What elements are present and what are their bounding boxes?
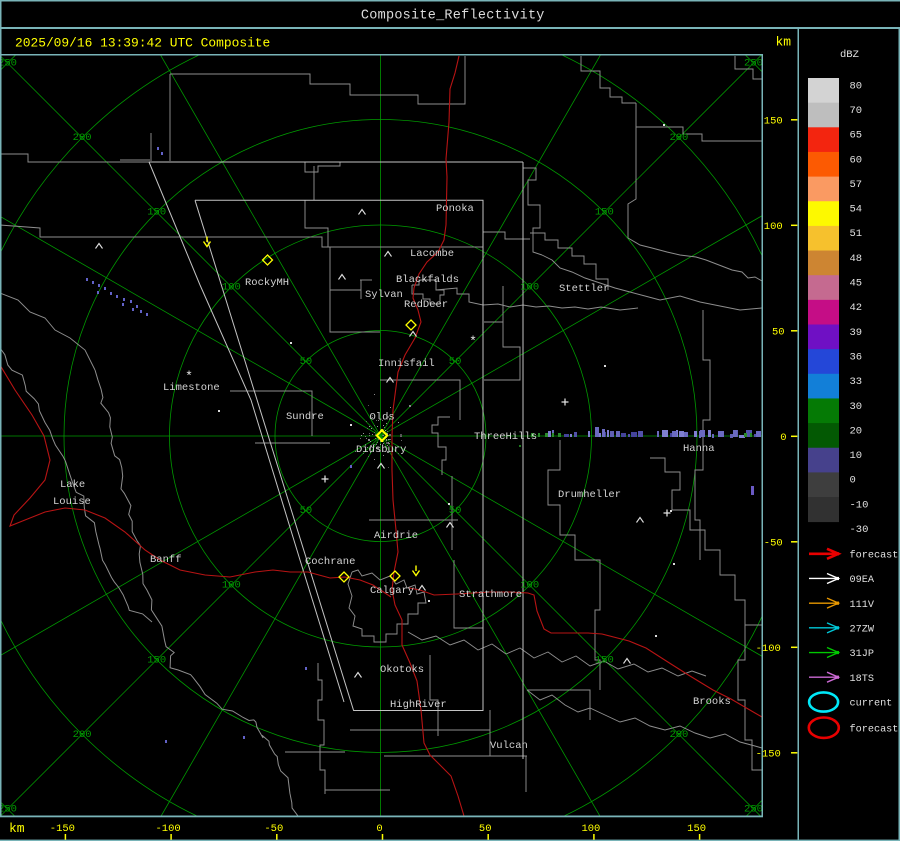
svg-text:50: 50	[479, 823, 492, 835]
svg-text:70: 70	[850, 105, 863, 117]
svg-text:100: 100	[520, 580, 539, 592]
svg-text:36: 36	[850, 351, 863, 363]
svg-text:50: 50	[300, 356, 313, 368]
svg-text:50: 50	[772, 326, 785, 338]
svg-text:80: 80	[850, 80, 863, 92]
svg-text:150: 150	[595, 654, 614, 666]
svg-text:Lake: Lake	[60, 479, 85, 491]
svg-text:30: 30	[850, 401, 863, 413]
svg-text:Composite_Reflectivity: Composite_Reflectivity	[361, 8, 545, 23]
svg-text:Blackfalds: Blackfalds	[396, 274, 459, 286]
svg-text:150: 150	[147, 654, 166, 666]
svg-text:2025/09/16 13:39:42 UTC Compos: 2025/09/16 13:39:42 UTC Composite	[15, 36, 270, 51]
svg-text:150: 150	[687, 823, 706, 835]
svg-text:50: 50	[300, 505, 313, 517]
svg-text:100: 100	[222, 281, 241, 293]
svg-text:60: 60	[850, 154, 863, 166]
svg-text:km: km	[776, 35, 792, 50]
svg-text:dBZ: dBZ	[840, 49, 859, 61]
svg-text:ThreeHills: ThreeHills	[474, 431, 537, 443]
svg-text:RedDeer: RedDeer	[404, 299, 448, 311]
svg-text:Louise: Louise	[53, 496, 91, 508]
svg-text:250: 250	[744, 57, 763, 69]
svg-text:200: 200	[73, 729, 92, 741]
svg-text:27ZW: 27ZW	[850, 624, 875, 635]
svg-text:-100: -100	[155, 823, 180, 835]
svg-text:Didsbury: Didsbury	[356, 444, 406, 456]
svg-text:0: 0	[850, 475, 856, 487]
svg-text:42: 42	[850, 302, 863, 314]
svg-text:forecast: forecast	[850, 723, 899, 735]
svg-text:Cochrane: Cochrane	[305, 556, 355, 568]
svg-text:HighRiver: HighRiver	[390, 699, 447, 711]
svg-text:33: 33	[850, 376, 863, 388]
svg-text:-150: -150	[50, 823, 75, 835]
svg-text:Airdrie: Airdrie	[374, 530, 418, 542]
svg-text:Sundre: Sundre	[286, 411, 324, 423]
svg-text:31JP: 31JP	[850, 649, 874, 660]
svg-text:10: 10	[850, 450, 863, 462]
svg-text:Okotoks: Okotoks	[380, 664, 424, 676]
svg-text:0: 0	[780, 432, 786, 444]
svg-text:100: 100	[222, 580, 241, 592]
svg-text:50: 50	[449, 505, 462, 517]
svg-text:65: 65	[850, 130, 863, 142]
svg-text:Stettler: Stettler	[559, 283, 609, 295]
svg-text:Calgary: Calgary	[370, 585, 414, 597]
svg-text:Lacombe: Lacombe	[410, 248, 454, 260]
svg-text:Brooks: Brooks	[693, 696, 731, 708]
svg-text:-50: -50	[764, 537, 783, 549]
svg-text:09EA: 09EA	[850, 575, 875, 586]
svg-text:Drumheller: Drumheller	[558, 489, 621, 501]
svg-text:Banff: Banff	[150, 554, 182, 566]
svg-text:250: 250	[0, 57, 17, 69]
svg-text:current: current	[850, 699, 893, 710]
svg-text:250: 250	[744, 804, 763, 816]
svg-text:100: 100	[581, 823, 600, 835]
svg-text:50: 50	[449, 356, 462, 368]
svg-text:-150: -150	[756, 748, 781, 760]
svg-text:51: 51	[850, 228, 863, 240]
svg-text:48: 48	[850, 253, 863, 265]
svg-text:0: 0	[376, 823, 382, 835]
svg-text:57: 57	[850, 179, 863, 191]
svg-text:54: 54	[850, 204, 863, 216]
svg-text:45: 45	[850, 278, 863, 290]
svg-text:200: 200	[669, 729, 688, 741]
svg-text:forecast: forecast	[850, 549, 899, 561]
svg-text:-30: -30	[850, 524, 869, 536]
svg-text:100: 100	[520, 281, 539, 293]
svg-text:-10: -10	[850, 499, 869, 511]
svg-text:111V: 111V	[850, 600, 875, 611]
svg-text:RockyMH: RockyMH	[245, 277, 289, 289]
svg-text:18TS: 18TS	[850, 674, 874, 685]
svg-text:100: 100	[764, 221, 783, 233]
svg-text:39: 39	[850, 327, 863, 339]
svg-text:Innisfail: Innisfail	[378, 358, 435, 370]
svg-text:Limestone: Limestone	[163, 382, 220, 394]
svg-text:km: km	[9, 821, 25, 836]
svg-text:Sylvan: Sylvan	[365, 289, 403, 301]
svg-text:150: 150	[595, 207, 614, 219]
svg-text:Vulcan: Vulcan	[490, 740, 528, 752]
svg-text:20: 20	[850, 425, 863, 437]
svg-text:200: 200	[669, 132, 688, 144]
svg-text:*: *	[469, 334, 477, 349]
svg-text:Strathmore: Strathmore	[459, 589, 522, 601]
svg-text:Ponoka: Ponoka	[436, 203, 474, 215]
svg-text:-50: -50	[264, 823, 283, 835]
svg-text:250: 250	[0, 804, 17, 816]
svg-text:Hanna: Hanna	[683, 443, 715, 455]
svg-text:150: 150	[764, 115, 783, 127]
svg-text:150: 150	[147, 207, 166, 219]
svg-text:200: 200	[73, 132, 92, 144]
svg-text:Olds: Olds	[370, 412, 395, 424]
svg-text:-100: -100	[756, 643, 781, 655]
